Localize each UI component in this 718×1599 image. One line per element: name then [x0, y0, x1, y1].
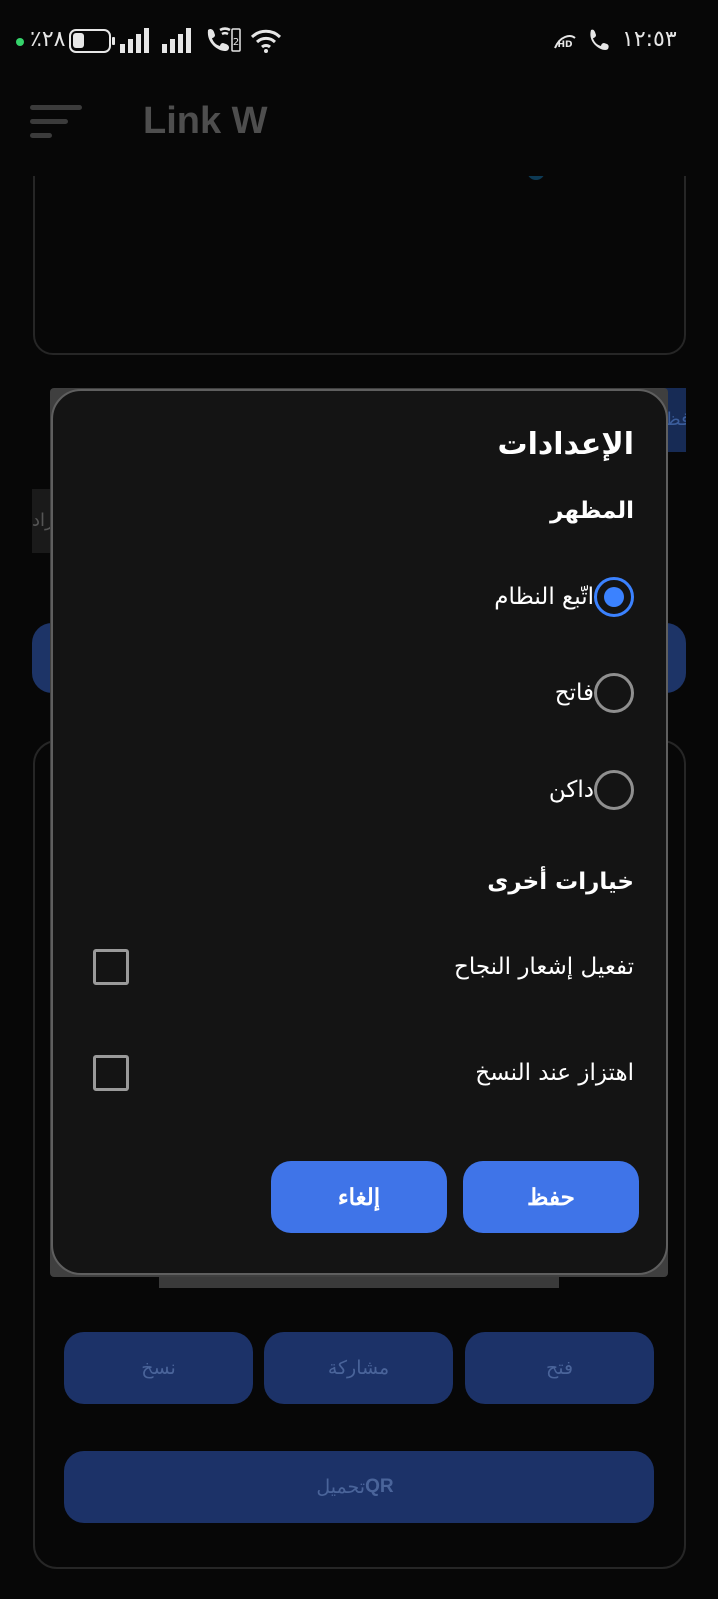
radio-button[interactable]	[594, 770, 634, 810]
theme-option-dark[interactable]: داكن	[83, 760, 634, 820]
svg-text:2: 2	[233, 37, 239, 48]
wifi-calling-icon: 2	[207, 27, 241, 52]
download-qr-bold: QR	[365, 1476, 394, 1497]
battery-percent: ٪٢٨	[30, 27, 66, 52]
dialog-title: الإعدادات	[497, 427, 634, 462]
theme-option-light[interactable]: فاتح	[83, 663, 634, 723]
status-bar: ٪٢٨ 2 HD ١٢:٥٣	[0, 0, 718, 84]
vibrate-on-copy-label: اهتزاز عند النسخ	[475, 1060, 634, 1086]
hd-voice-icon: HD	[554, 35, 576, 50]
settings-dialog: الإعدادات المظهر اتّبع النظام فاتح داكن …	[51, 389, 668, 1275]
other-options-heading: خيارات أخرى	[487, 869, 634, 895]
success-notification-option[interactable]: تفعيل إشعار النجاح	[93, 942, 634, 992]
download-qr-button[interactable]: تحميل QR	[64, 1451, 654, 1523]
svg-text:HD: HD	[557, 40, 572, 50]
theme-option-system[interactable]: اتّبع النظام	[83, 567, 634, 627]
clock: ١٢:٥٣	[622, 27, 677, 52]
theme-option-label: داكن	[548, 777, 594, 803]
copy-button[interactable]: نسخ	[64, 1332, 253, 1404]
left-tab-fragment: راد	[32, 489, 52, 553]
theme-option-label: فاتح	[554, 680, 594, 706]
success-notification-checkbox[interactable]	[93, 949, 129, 985]
vibrate-on-copy-option[interactable]: اهتزاز عند النسخ	[93, 1048, 634, 1098]
appearance-heading: المظهر	[550, 498, 634, 524]
privacy-dot-icon	[16, 38, 24, 46]
wifi-icon	[250, 29, 282, 53]
theme-option-label: اتّبع النظام	[494, 584, 594, 610]
signal-icon	[120, 28, 149, 53]
menu-icon[interactable]	[30, 103, 82, 141]
save-button[interactable]: حفظ	[463, 1161, 639, 1233]
battery-icon	[69, 29, 115, 53]
radio-button[interactable]	[594, 673, 634, 713]
signal-icon	[162, 28, 191, 53]
open-button[interactable]: فتح	[465, 1332, 654, 1404]
cancel-button[interactable]: إلغاء	[271, 1161, 447, 1233]
share-button[interactable]: مشاركة	[264, 1332, 453, 1404]
success-notification-label: تفعيل إشعار النجاح	[453, 954, 634, 980]
app-bar: Link W	[0, 84, 718, 176]
screen: ٪٢٨ 2 HD ١٢:٥٣ Link W ظ راد فتح مشاركة ن…	[0, 0, 718, 1599]
radio-button-checked[interactable]	[594, 577, 634, 617]
app-title: Link W	[143, 100, 268, 142]
phone-icon	[590, 29, 609, 50]
download-qr-text: تحميل	[316, 1476, 366, 1498]
vibrate-on-copy-checkbox[interactable]	[93, 1055, 129, 1091]
